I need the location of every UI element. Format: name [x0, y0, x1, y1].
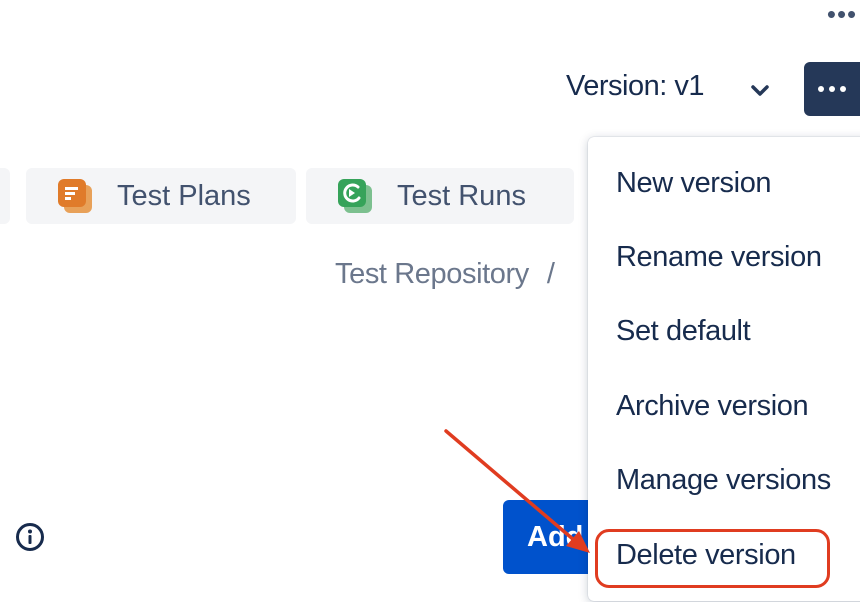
- breadcrumb: Test Repository /: [335, 258, 555, 291]
- test-plans-icon: [56, 177, 94, 215]
- version-label[interactable]: Version: v1: [566, 70, 704, 103]
- menu-item-delete-version[interactable]: Delete version: [616, 539, 796, 572]
- test-runs-icon: [336, 177, 374, 215]
- version-dropdown-toggle[interactable]: [745, 76, 775, 106]
- more-horizontal-icon: [818, 86, 846, 92]
- menu-item-manage-versions[interactable]: Manage versions: [616, 464, 831, 497]
- menu-item-set-default[interactable]: Set default: [616, 315, 751, 348]
- tab-label: Test Runs: [397, 179, 526, 212]
- tab-test-runs[interactable]: Test Runs: [306, 168, 574, 224]
- version-actions-menu: New version Rename version Set default A…: [588, 137, 860, 601]
- breadcrumb-item-test-repository[interactable]: Test Repository: [335, 258, 529, 290]
- more-actions-button[interactable]: [804, 62, 860, 116]
- tab-partial[interactable]: [0, 168, 10, 224]
- tab-label: Test Plans: [117, 179, 251, 212]
- chevron-down-icon: [751, 85, 769, 96]
- breadcrumb-separator: /: [546, 258, 555, 290]
- menu-item-archive-version[interactable]: Archive version: [616, 390, 809, 423]
- info-icon[interactable]: [14, 521, 46, 553]
- top-more-button[interactable]: •••: [822, 0, 860, 29]
- menu-item-new-version[interactable]: New version: [616, 167, 772, 200]
- more-horizontal-icon: •••: [826, 0, 858, 29]
- menu-item-rename-version[interactable]: Rename version: [616, 241, 822, 274]
- tab-test-plans[interactable]: Test Plans: [26, 168, 296, 224]
